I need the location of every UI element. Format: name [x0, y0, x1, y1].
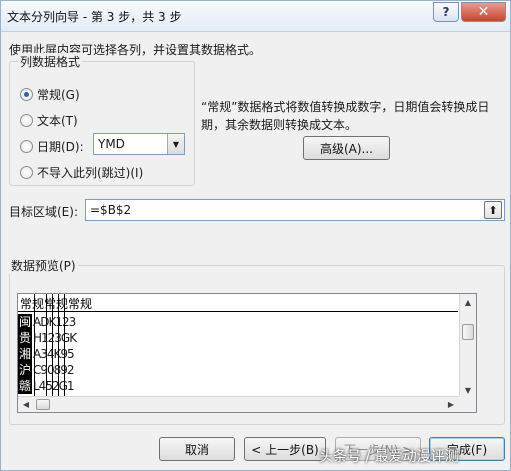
preview-cell: A34K95: [33, 347, 75, 361]
radio-date-indicator[interactable]: [20, 140, 33, 153]
preview-row: 湘 A34K95: [18, 346, 75, 362]
preview-cell: 湘: [18, 346, 32, 362]
vertical-scroll-thumb[interactable]: [462, 324, 474, 340]
help-button[interactable]: ?: [433, 2, 459, 22]
window-title: 文本分列向导 - 第 3 步，共 3 步: [7, 10, 182, 24]
preview-cell: ADK123: [33, 315, 76, 329]
preview-cell: 赣: [18, 378, 32, 394]
advanced-button-label: 高级(A)...: [319, 141, 374, 156]
data-preview-pane[interactable]: 常规常规常规 闽 ADK123 贵 H123GK 湘 A34K95 沪 C90892 赣…: [17, 293, 477, 413]
radio-date-label: 日期(D):: [37, 140, 84, 154]
preview-cell: C90892: [33, 363, 75, 377]
scroll-up-icon[interactable]: ▲: [460, 294, 476, 310]
date-format-value: YMD: [98, 137, 125, 151]
target-range-input[interactable]: =$B$2 ⬆: [85, 199, 505, 221]
preview-header-row[interactable]: 常规常规常规: [18, 296, 458, 312]
preview-vertical-scrollbar[interactable]: ▲ ▼: [459, 294, 476, 398]
radio-date[interactable]: 日期(D):: [20, 138, 84, 155]
column-format-legend: 列数据格式: [18, 53, 83, 70]
preview-cell: L452G1: [33, 379, 75, 393]
data-preview-label: 数据预览(P): [9, 257, 78, 274]
chevron-down-icon[interactable]: ▼: [167, 134, 184, 154]
back-button[interactable]: < 上一步(B): [244, 437, 326, 461]
target-range-label: 目标区域(E):: [9, 205, 78, 219]
scroll-left-icon[interactable]: ◀: [18, 397, 34, 412]
help-icon: ?: [442, 5, 450, 19]
cancel-button[interactable]: 取消: [159, 437, 235, 461]
radio-text[interactable]: 文本(T): [20, 112, 78, 129]
close-button[interactable]: ✕: [461, 2, 506, 22]
cancel-button-label: 取消: [184, 442, 209, 457]
preview-horizontal-scrollbar[interactable]: ◀ ▶: [18, 396, 459, 412]
radio-skip-label: 不导入此列(跳过)(I): [37, 166, 144, 180]
target-range-value: =$B$2: [90, 203, 132, 217]
radio-general-label: 常规(G): [37, 88, 80, 102]
scrollbar-corner: [459, 396, 476, 412]
radio-skip-indicator[interactable]: [20, 166, 33, 179]
column-format-group: 列数据格式 常规(G) 文本(T) 日期(D): YMD ▼ 不导入此列(跳过)…: [9, 53, 195, 186]
watermark-text: 头条号 / 最爱动漫评测: [319, 449, 459, 465]
radio-skip[interactable]: 不导入此列(跳过)(I): [20, 164, 143, 181]
collapse-dialog-button[interactable]: ⬆: [484, 201, 502, 219]
preview-row: 沪 C90892: [18, 362, 75, 378]
preview-row: 赣 L452G1: [18, 378, 75, 394]
radio-general[interactable]: 常规(G): [20, 86, 80, 103]
scroll-right-icon[interactable]: ▶: [443, 397, 459, 412]
format-description: “常规”数据格式将数值转换成数字，日期值会转换成日期，其余数据则转换成文本。: [201, 100, 490, 132]
preview-row: 闽 ADK123: [18, 314, 76, 330]
radio-text-indicator[interactable]: [20, 114, 33, 127]
horizontal-scroll-thumb[interactable]: [36, 399, 50, 410]
radio-text-label: 文本(T): [37, 114, 78, 128]
preview-cell: 闽: [18, 314, 32, 330]
close-icon: ✕: [477, 4, 490, 20]
radio-general-indicator[interactable]: [20, 88, 33, 101]
advanced-button[interactable]: 高级(A)...: [303, 136, 390, 160]
preview-cell: 贵: [18, 330, 32, 346]
preview-cell: 沪: [18, 362, 32, 378]
preview-row: 贵 H123GK: [18, 330, 77, 346]
date-format-select[interactable]: YMD ▼: [93, 133, 185, 155]
text-to-columns-dialog: 文本分列向导 - 第 3 步，共 3 步 ? ✕ 使用此屏内容可选择各列，并设置…: [0, 0, 511, 471]
back-button-label: < 上一步(B): [251, 442, 319, 457]
preview-cell: H123GK: [33, 331, 77, 345]
arrow-up-icon: ⬆: [488, 203, 498, 217]
title-bar[interactable]: 文本分列向导 - 第 3 步，共 3 步 ? ✕: [1, 1, 510, 32]
